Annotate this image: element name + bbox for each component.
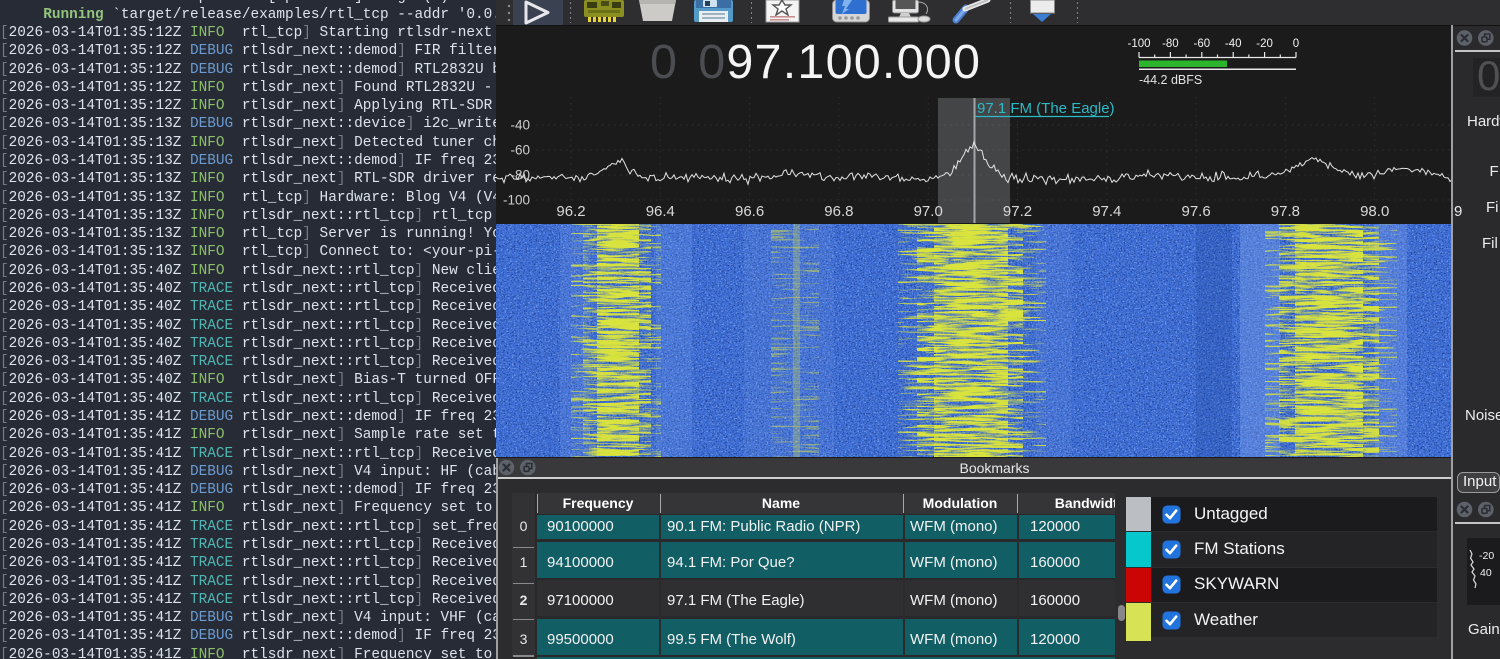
svg-text:97.8: 97.8 (1271, 203, 1300, 220)
svg-text:97.4: 97.4 (1092, 203, 1121, 220)
svg-text:96.6: 96.6 (735, 203, 764, 220)
svg-text:97.1 FM (The Eagle): 97.1 FM (The Eagle) (977, 100, 1115, 117)
svg-text:96.4: 96.4 (646, 203, 675, 220)
svg-text:97.6: 97.6 (1181, 203, 1210, 220)
svg-text:40: 40 (1480, 567, 1492, 579)
svg-text:-40: -40 (510, 118, 530, 133)
svg-text:-80: -80 (510, 168, 530, 183)
svg-text:97.0: 97.0 (914, 203, 943, 220)
svg-text:96.8: 96.8 (824, 203, 853, 220)
svg-text:-60: -60 (510, 143, 530, 158)
svg-text:97.2: 97.2 (1003, 203, 1032, 220)
svg-text:-20: -20 (1479, 550, 1494, 562)
svg-text:96.2: 96.2 (556, 203, 585, 220)
svg-text:98.0: 98.0 (1360, 203, 1389, 220)
svg-text:-100: -100 (503, 193, 530, 208)
